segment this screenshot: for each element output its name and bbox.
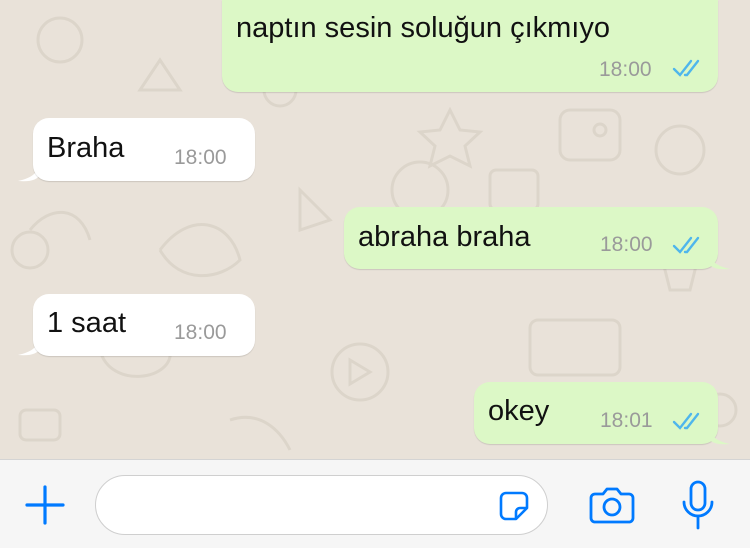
message-text: 1 saat [47, 307, 126, 339]
message-text: naptın sesin soluğun çıkmıyo [236, 12, 610, 44]
message-bubble-outgoing[interactable]: abraha braha 18:00 [344, 207, 718, 269]
message-bubble-incoming[interactable]: 1 saat 18:00 [33, 294, 255, 356]
message-time: 18:01 [600, 409, 653, 432]
camera-icon[interactable] [589, 486, 635, 524]
double-check-read-icon [672, 59, 700, 77]
message-bubble-outgoing[interactable]: okey 18:01 [474, 382, 718, 444]
message-bubble-incoming[interactable]: Braha 18:00 [33, 118, 255, 181]
message-time: 18:00 [174, 146, 227, 169]
microphone-icon[interactable] [680, 480, 716, 532]
message-time: 18:00 [174, 321, 227, 344]
bubble-tail [708, 248, 730, 270]
message-text: abraha braha [358, 221, 531, 253]
chat-area: naptın sesin soluğun çıkmıyo 18:00 Braha… [0, 0, 750, 459]
message-time: 18:00 [599, 58, 652, 81]
double-check-read-icon [672, 236, 700, 254]
plus-icon[interactable] [25, 485, 65, 525]
message-input-bar [0, 459, 750, 548]
bubble-tail [708, 423, 730, 445]
message-time: 18:00 [600, 233, 653, 256]
message-input[interactable] [116, 486, 500, 526]
message-text: Braha [47, 132, 125, 164]
message-bubble-outgoing[interactable]: naptın sesin soluğun çıkmıyo 18:00 [222, 0, 718, 92]
sticker-icon[interactable] [498, 490, 530, 522]
double-check-read-icon [672, 412, 700, 430]
message-field[interactable] [95, 475, 548, 535]
message-text: okey [488, 395, 550, 427]
